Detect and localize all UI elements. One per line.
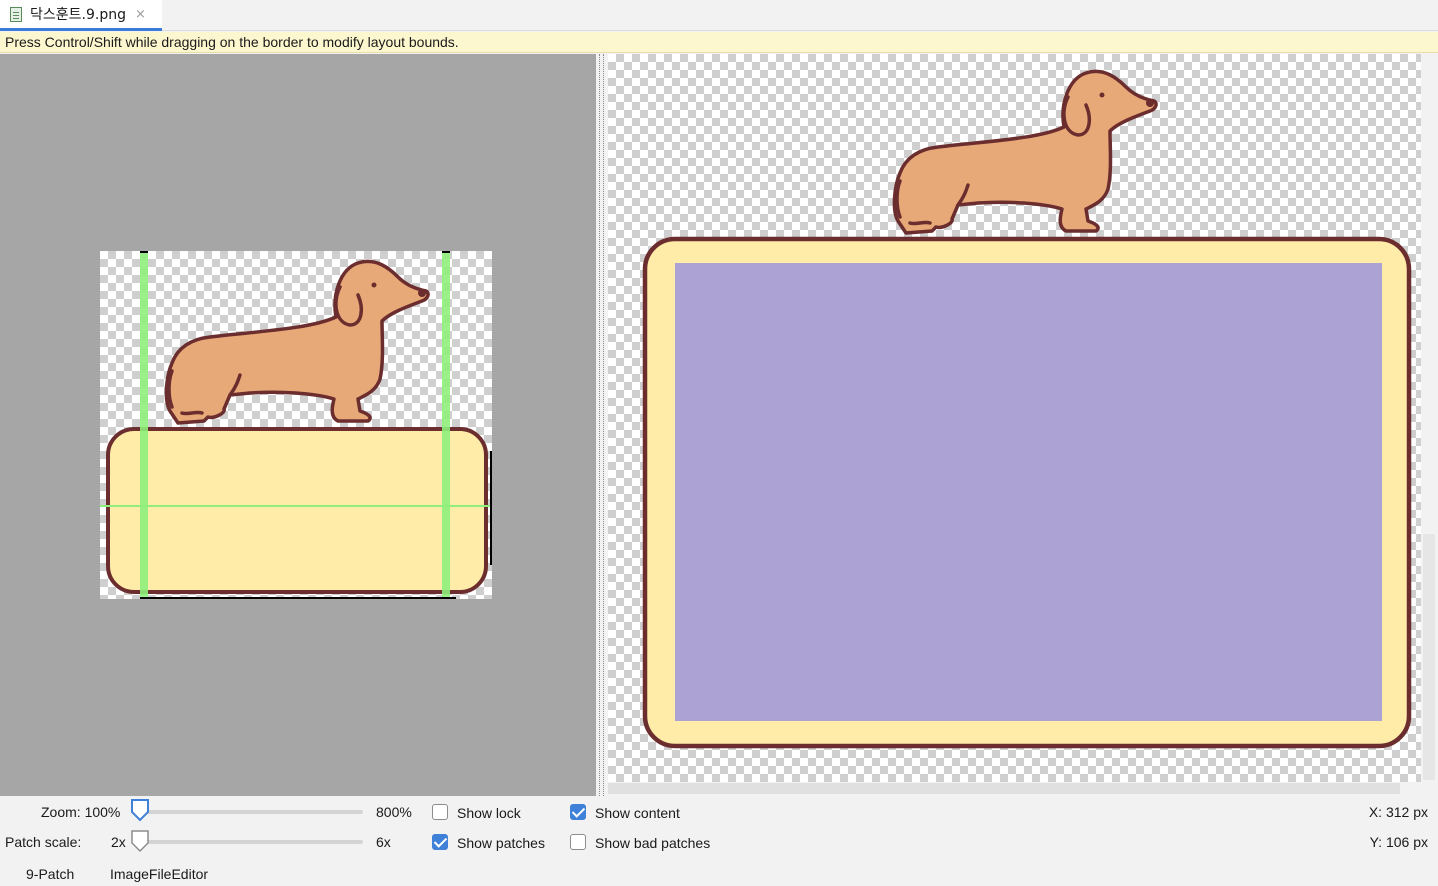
- show-bad-patches-label[interactable]: Show bad patches: [595, 835, 710, 851]
- patch-scale-slider-thumb[interactable]: [130, 829, 150, 853]
- show-patches-label[interactable]: Show patches: [457, 835, 545, 851]
- patch-guide-left: [140, 251, 148, 599]
- show-patches-checkbox[interactable]: [432, 834, 448, 850]
- preview-graphic: [642, 69, 1412, 749]
- show-bad-patches-checkbox[interactable]: [570, 834, 586, 850]
- show-content-label[interactable]: Show content: [595, 805, 680, 821]
- y-coordinate-readout: Y: 106 px: [1369, 834, 1428, 850]
- pane-splitter[interactable]: [596, 54, 608, 796]
- dachshund-graphic: [892, 69, 1158, 235]
- source-image-canvas[interactable]: [0, 54, 596, 796]
- editor-tab[interactable]: 닥스훈트.9.png ×: [0, 0, 162, 31]
- image-file-icon: [10, 6, 22, 22]
- x-coordinate-readout: X: 312 px: [1368, 804, 1428, 820]
- content-area: [675, 263, 1382, 721]
- patch-scale-min-label: 2x: [111, 834, 126, 850]
- patch-guide-right: [442, 251, 450, 599]
- patch-scale-max-label: 6x: [376, 834, 391, 850]
- source-image[interactable]: [100, 251, 492, 599]
- vertical-scrollbar[interactable]: [1423, 534, 1435, 780]
- close-icon[interactable]: ×: [135, 7, 146, 22]
- zoom-label: Zoom: 100%: [41, 804, 121, 820]
- patch-scale-slider-track[interactable]: [140, 840, 363, 844]
- tab-title: 닥스훈트.9.png: [30, 7, 126, 23]
- zoom-slider-thumb[interactable]: [130, 798, 150, 822]
- hint-banner: Press Control/Shift while dragging on th…: [0, 32, 1438, 53]
- tab-image-file-editor[interactable]: ImageFileEditor: [110, 866, 208, 882]
- show-content-checkbox[interactable]: [570, 804, 586, 820]
- zoom-max-label: 800%: [376, 804, 412, 820]
- editor-controls: Zoom: 100% 800% Patch scale: 2x 6x Show …: [0, 796, 1438, 860]
- editor-tab-bar: 닥스훈트.9.png ×: [0, 0, 1438, 31]
- preview-canvas: [608, 54, 1421, 782]
- zoom-slider-track[interactable]: [140, 810, 363, 814]
- patch-scale-label: Patch scale:: [5, 834, 82, 850]
- editor-mode-tabs: 9-Patch ImageFileEditor: [0, 862, 1438, 886]
- show-lock-checkbox[interactable]: [432, 804, 448, 820]
- source-image-graphic: [100, 251, 492, 599]
- horizontal-scrollbar[interactable]: [608, 783, 1400, 794]
- show-lock-label[interactable]: Show lock: [457, 805, 521, 821]
- tab-9-patch[interactable]: 9-Patch: [26, 866, 74, 882]
- dachshund-graphic: [164, 259, 430, 425]
